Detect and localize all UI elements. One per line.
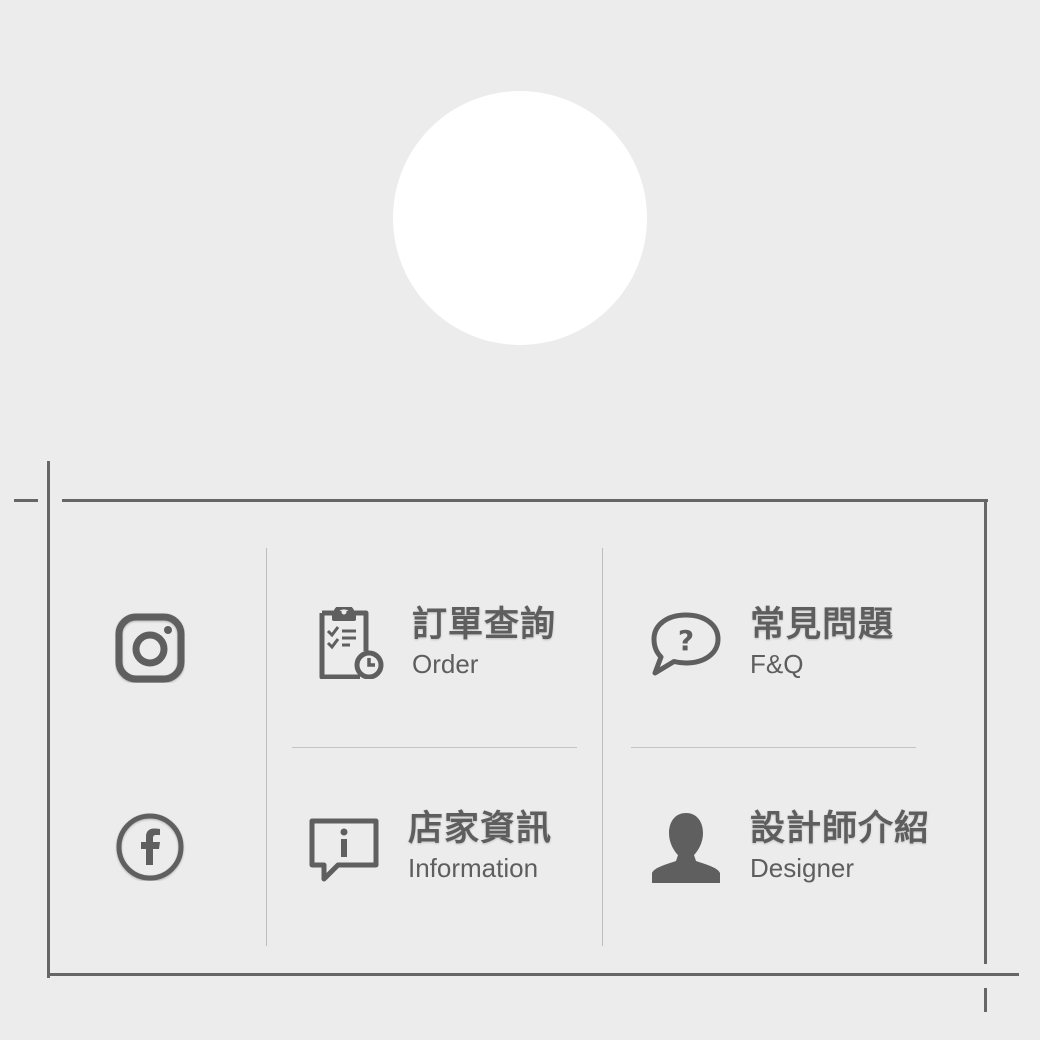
menu-faq[interactable]: ? 常見問題 F&Q: [650, 605, 894, 681]
person-icon: [650, 811, 722, 883]
svg-text:?: ?: [678, 624, 694, 657]
menu-information[interactable]: 店家資訊 Information: [308, 809, 552, 885]
frame-bottom-line: [47, 973, 1019, 976]
question-bubble-icon: ?: [650, 607, 722, 679]
frame-top-line: [62, 499, 988, 502]
frame-right-line: [984, 499, 987, 964]
instagram-icon: [115, 613, 185, 683]
facebook-button[interactable]: [114, 810, 186, 882]
instagram-button[interactable]: [114, 612, 186, 684]
order-subtitle: Order: [412, 649, 479, 679]
frame-left-line: [47, 461, 50, 978]
column-divider-1: [266, 548, 267, 946]
frame-bottom-tick-right: [984, 988, 987, 1012]
row-divider-2: [631, 747, 916, 748]
info-bubble-icon: [308, 811, 380, 883]
information-title: 店家資訊: [408, 809, 553, 849]
menu-designer[interactable]: 設計師介紹 Designer: [650, 809, 930, 885]
facebook-icon: [116, 813, 184, 881]
avatar: [393, 91, 647, 345]
column-divider-2: [602, 548, 603, 946]
menu-order[interactable]: 訂單查詢 Order: [312, 605, 556, 681]
clipboard-clock-icon: [312, 607, 384, 679]
order-title: 訂單查詢: [412, 605, 557, 645]
frame-top-tick-left: [14, 499, 38, 502]
faq-title: 常見問題: [750, 605, 895, 645]
designer-subtitle: Designer: [750, 853, 855, 883]
information-subtitle: Information: [408, 853, 539, 883]
designer-title: 設計師介紹: [750, 809, 931, 849]
faq-subtitle: F&Q: [750, 649, 804, 679]
row-divider-1: [292, 747, 577, 748]
